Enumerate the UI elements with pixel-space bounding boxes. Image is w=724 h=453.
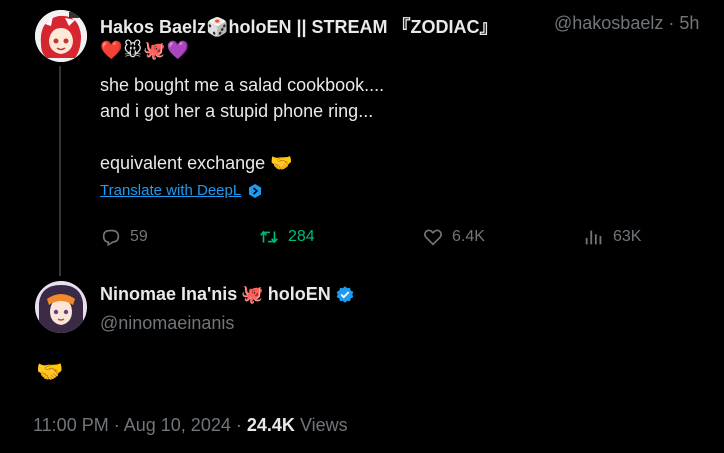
tweet-body-line: equivalent exchange 🤝 [100, 153, 293, 173]
reply-body: 🤝 [36, 360, 64, 385]
time-separator: · [668, 13, 675, 33]
tweet-body-line: and i got her a stupid phone ring... [100, 101, 374, 121]
reply-author-avatar[interactable] [35, 281, 87, 333]
meta-separator: · [235, 415, 242, 435]
reply-author-name[interactable]: Ninomae Ina'nis 🐙 holoEN [100, 284, 355, 305]
thread-connector-line [59, 66, 61, 276]
verified-badge-icon [336, 285, 354, 303]
tweet-body: she bought me a salad cookbook.... and i… [100, 72, 384, 176]
retweet-count: 284 [288, 228, 315, 245]
author-handle: @hakosbaelz [554, 13, 664, 33]
tweet-body-line: she bought me a salad cookbook.... [100, 75, 385, 95]
octopus-emoji: 🐙 [241, 284, 264, 305]
reply-author-name-suffix: holoEN [267, 284, 331, 304]
views-total: 24.4K [246, 415, 295, 435]
author-name-suffix: holoEN || STREAM 『ZODIAC』 [228, 17, 498, 37]
reply-author-handle[interactable]: @ninomaeinanis [100, 313, 234, 334]
author-name-text: Hakos Baelz [100, 17, 207, 37]
translate-link[interactable]: Translate with DeepL [100, 182, 263, 199]
post-time[interactable]: 11:00 PM [33, 415, 109, 435]
author-handle-row[interactable]: @hakosbaelz · 5h [554, 13, 699, 34]
dice-emoji: 🎲 [206, 17, 229, 38]
deepl-icon [249, 183, 262, 198]
post-date[interactable]: Aug 10, 2024 [124, 415, 231, 435]
author-avatar[interactable] [35, 10, 87, 62]
reply-button[interactable]: 59 [100, 226, 148, 248]
time-ago: 5h [679, 13, 700, 33]
heart-icon [424, 229, 442, 246]
tweet-meta-footer: 11:00 PM · Aug 10, 2024 · 24.4K Views [33, 415, 348, 436]
views-count: 63K [613, 228, 642, 245]
reply-count: 59 [130, 228, 148, 245]
reply-author-name-text: Ninomae Ina'nis [100, 284, 238, 304]
profile-emoji-row: ❤️🐭🐙💜 [100, 40, 191, 61]
translate-label: Translate with DeepL [100, 182, 242, 199]
retweet-button[interactable]: 284 [258, 226, 315, 248]
like-count: 6.4K [452, 228, 485, 245]
views-label: Views [299, 415, 348, 435]
avatar-illustration [35, 10, 87, 62]
views-chart-icon [585, 230, 602, 245]
views-button[interactable]: 63K [583, 226, 641, 248]
like-button[interactable]: 6.4K [422, 226, 485, 248]
reply-icon [102, 229, 120, 247]
meta-separator: · [113, 415, 120, 435]
author-name[interactable]: Hakos Baelz🎲holoEN || STREAM 『ZODIAC』 [100, 13, 498, 39]
retweet-icon [260, 230, 278, 244]
reply-avatar-illustration [35, 281, 87, 333]
